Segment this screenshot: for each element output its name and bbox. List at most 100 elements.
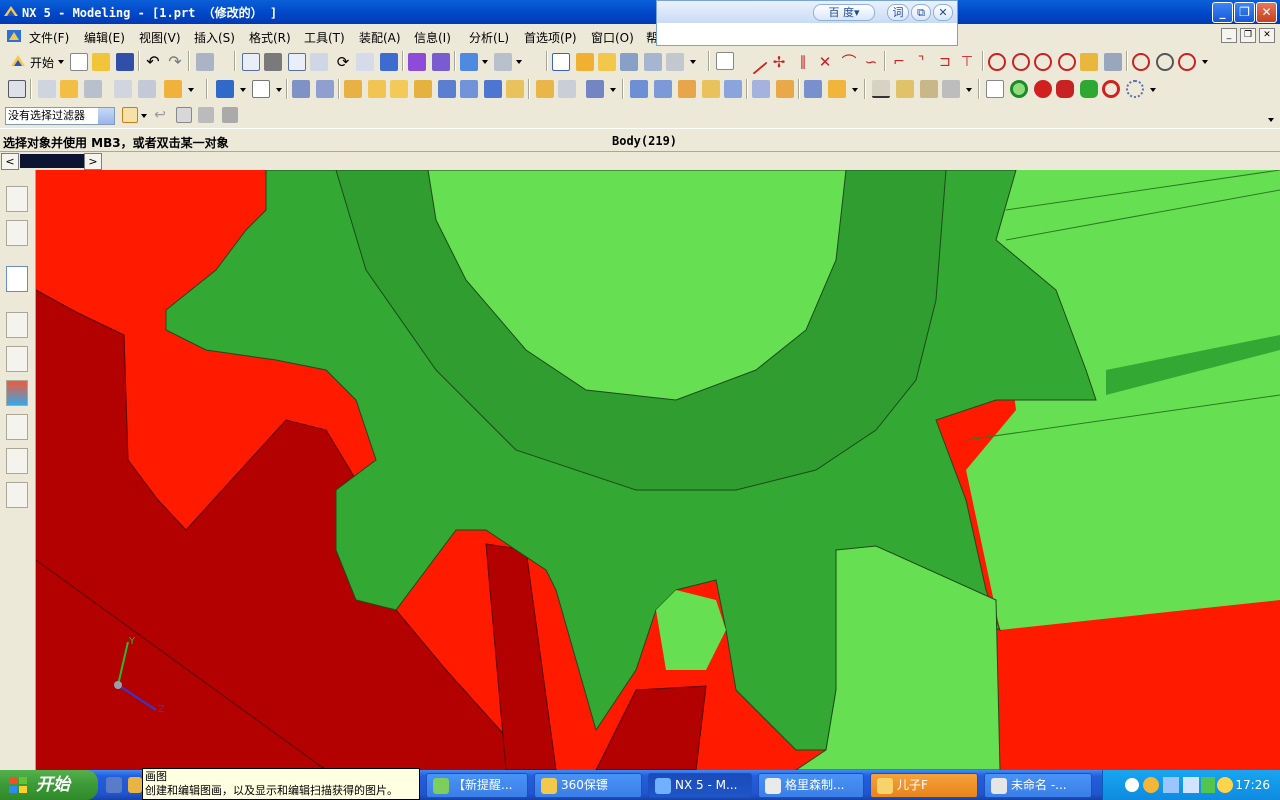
assembly-navigator-tab[interactable] (6, 186, 28, 212)
magnify-icon[interactable] (310, 53, 328, 71)
scope-dropdown-icon[interactable] (141, 114, 147, 118)
menu-view[interactable]: 视图(V) (139, 29, 181, 46)
taskbar-item-360[interactable]: 360保镖 (534, 773, 642, 798)
baidu-search-button[interactable]: 百 度▾ (813, 4, 875, 21)
menu-window[interactable]: 窗口(O) (591, 29, 634, 46)
measure-icon[interactable] (1156, 53, 1174, 71)
extend-icon[interactable]: ⊤ (958, 53, 976, 71)
patch-icon[interactable] (702, 80, 720, 98)
ruled-icon[interactable] (776, 80, 794, 98)
web-browser-tab[interactable] (6, 346, 28, 372)
volume-icon[interactable] (1183, 777, 1199, 793)
snap-settings-icon[interactable] (222, 107, 238, 123)
shaded-dropdown-icon[interactable] (482, 60, 488, 64)
taskbar-item-nx[interactable]: NX 5 - M... (648, 773, 752, 798)
quicklaunch-icon[interactable] (106, 777, 122, 793)
fit-view-icon[interactable] (242, 53, 260, 71)
revolve-icon[interactable] (60, 80, 78, 98)
surface-dropdown-icon[interactable] (852, 88, 858, 92)
menu-preferences[interactable]: 首选项(P) (524, 29, 577, 46)
minimize-button[interactable]: _ (1212, 2, 1233, 23)
point-set-icon[interactable] (1132, 53, 1150, 71)
menu-analysis[interactable]: 分析(L) (469, 29, 509, 46)
redo-icon[interactable]: ↷ (166, 53, 184, 71)
menu-format[interactable]: 格式(R) (249, 29, 291, 46)
component-icon[interactable] (598, 53, 616, 71)
taskbar-item-reminder[interactable]: 【新提醒... (426, 773, 528, 798)
emboss-icon[interactable] (678, 80, 696, 98)
pan-icon[interactable] (356, 53, 374, 71)
chamfer-icon[interactable]: ⌝ (912, 53, 930, 71)
edge-blend-icon[interactable] (344, 80, 362, 98)
thicken-icon[interactable] (506, 80, 524, 98)
deselect-icon[interactable]: ↩ (152, 107, 168, 123)
spline-icon[interactable] (1080, 53, 1098, 71)
ellipse-icon[interactable] (1178, 53, 1196, 71)
history-tab[interactable] (6, 312, 28, 338)
tab-next-button[interactable]: > (84, 153, 102, 170)
cross-line-icon[interactable]: ✕ (816, 53, 834, 71)
split-body-icon[interactable] (558, 80, 576, 98)
gear-settings-icon[interactable] (1126, 80, 1144, 98)
layer-icon[interactable] (408, 53, 426, 71)
green-ring-icon[interactable] (1010, 80, 1028, 98)
pattern-dropdown-icon[interactable] (610, 88, 616, 92)
type-filter-select[interactable]: 没有选择过滤器 (5, 107, 115, 125)
save-icon[interactable] (116, 53, 134, 71)
boolean-dropdown-icon[interactable] (240, 88, 246, 92)
trim-body-icon[interactable] (536, 80, 554, 98)
menu-tools[interactable]: 工具(T) (304, 29, 345, 46)
menu-assembly[interactable]: 装配(A) (359, 29, 401, 46)
ruler-icon[interactable] (872, 80, 890, 98)
toolbar-overflow-icon[interactable] (1268, 118, 1274, 122)
feature-dropdown-icon[interactable] (188, 88, 194, 92)
fillet-icon[interactable]: ⌐ (890, 53, 908, 71)
render-icon[interactable] (380, 53, 398, 71)
draft-icon[interactable] (438, 80, 456, 98)
selection-scope-icon[interactable] (122, 107, 138, 123)
sew-icon[interactable] (724, 80, 742, 98)
zoom-window-icon[interactable] (264, 53, 282, 71)
menu-insert[interactable]: 插入(S) (194, 29, 235, 46)
red-ring-icon[interactable] (1102, 80, 1120, 98)
clipboard-icon[interactable] (196, 53, 214, 71)
scale-body-icon[interactable] (484, 80, 502, 98)
face-blend-icon[interactable] (368, 80, 386, 98)
start-menu-button[interactable]: 开始 (30, 54, 54, 71)
zoom-icon[interactable] (288, 53, 306, 71)
signal-icon[interactable] (1201, 777, 1215, 793)
hole-icon[interactable] (114, 80, 132, 98)
surface-icon[interactable] (1104, 53, 1122, 71)
snap-point-icon[interactable] (552, 53, 570, 71)
eraser-icon[interactable] (176, 107, 192, 123)
assembly-icon[interactable] (576, 53, 594, 71)
mdi-close-button[interactable]: ✕ (1259, 28, 1275, 43)
shell-icon[interactable] (414, 80, 432, 98)
close-button[interactable]: ✕ (1256, 2, 1277, 23)
baidu-copy-button[interactable]: ⧉ (911, 4, 931, 21)
through-curves-icon[interactable] (752, 80, 770, 98)
start-dropdown-icon[interactable] (58, 60, 64, 64)
rotate-icon[interactable]: ⟳ (334, 53, 352, 71)
parallel-line-icon[interactable]: ∥ (794, 53, 812, 71)
tab-active[interactable] (20, 154, 84, 168)
sketch-icon[interactable] (716, 52, 734, 70)
mdi-restore-button[interactable]: ❐ (1240, 28, 1256, 43)
maximize-button[interactable]: ❐ (1234, 2, 1255, 23)
process-studio-tab[interactable] (6, 414, 28, 440)
pattern-icon[interactable] (586, 80, 604, 98)
baidu-close-button[interactable]: ✕ (933, 4, 953, 21)
security-icon[interactable] (1217, 777, 1233, 793)
qq-icon[interactable] (1143, 777, 1159, 793)
circle-icon[interactable] (988, 53, 1006, 71)
point-icon[interactable]: ✢ (770, 53, 788, 71)
angle-icon[interactable] (896, 80, 914, 98)
circle-center-icon[interactable] (1012, 53, 1030, 71)
taskbar-item-paint[interactable]: 未命名 -... (984, 773, 1092, 798)
curve-icon[interactable]: ∽ (862, 53, 880, 71)
curve-dropdown-icon[interactable] (1202, 60, 1208, 64)
undo-icon[interactable]: ↶ (144, 53, 162, 71)
wrap-icon[interactable] (654, 80, 672, 98)
tab-prev-button[interactable]: < (1, 153, 19, 170)
arc-icon[interactable]: ⌒ (840, 53, 858, 71)
